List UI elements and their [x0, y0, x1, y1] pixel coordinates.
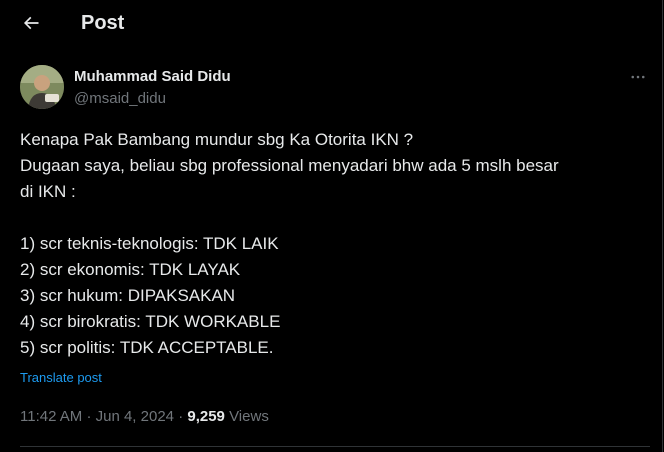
divider — [20, 446, 650, 447]
tweet-line: 1) scr teknis-teknologis: TDK LAIK — [20, 234, 279, 253]
avatar[interactable] — [20, 65, 64, 109]
tweet-line: 3) scr hukum: DIPAKSAKAN — [20, 286, 236, 305]
tweet-line: Dugaan saya, beliau sbg professional men… — [20, 156, 559, 175]
post-time[interactable]: 11:42 AM — [20, 408, 82, 425]
arrow-left-icon — [23, 16, 39, 30]
meta-separator: · — [178, 408, 184, 425]
post-date[interactable]: Jun 4, 2024 — [96, 408, 174, 425]
author-handle[interactable]: @msaid_didu — [74, 90, 166, 108]
tweet-line: di IKN : — [20, 182, 76, 201]
page-title: Post — [81, 12, 125, 34]
tweet-line: 4) scr birokratis: TDK WORKABLE — [20, 312, 281, 331]
views-label: Views — [229, 408, 269, 425]
back-button[interactable] — [14, 6, 48, 40]
tweet-line: 2) scr ekonomis: TDK LAYAK — [20, 260, 241, 279]
post-meta: 11:42 AM · Jun 4, 2024 · 9,259 Views — [20, 408, 269, 426]
more-options-button[interactable] — [624, 66, 652, 88]
tweet-text: Kenapa Pak Bambang mundur sbg Ka Otorita… — [20, 127, 650, 361]
ellipsis-horizontal-icon — [631, 75, 645, 79]
avatar-image — [20, 65, 64, 109]
author-display-name[interactable]: Muhammad Said Didu — [74, 68, 231, 86]
post-detail-panel: Post Muhammad Said Didu @msaid_didu Kena… — [0, 0, 663, 452]
header: Post — [0, 0, 662, 46]
tweet-line: Kenapa Pak Bambang mundur sbg Ka Otorita… — [20, 130, 414, 149]
meta-separator: · — [86, 408, 92, 425]
tweet-line: 5) scr politis: TDK ACCEPTABLE. — [20, 338, 274, 357]
views-count[interactable]: 9,259 — [187, 408, 225, 425]
translate-post-link[interactable]: Translate post — [20, 370, 102, 386]
